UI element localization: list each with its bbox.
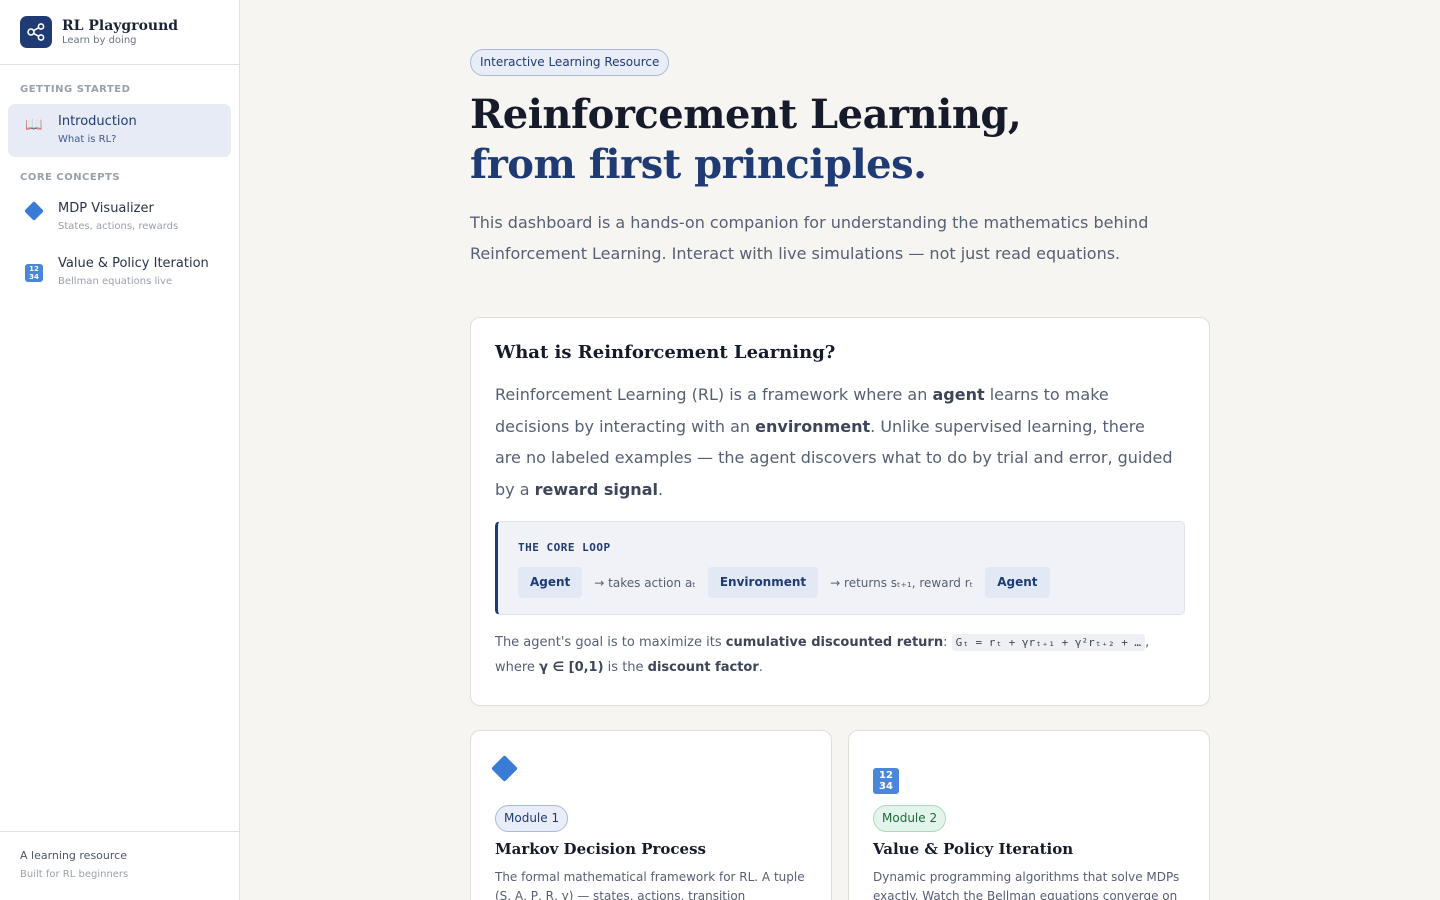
title-line-2: from first principles. [470,141,927,188]
text: Reinforcement Learning (RL) is a framewo… [495,385,933,404]
module-description: Dynamic programming algorithms that solv… [873,870,1180,900]
module-badge: Module 1 [495,805,569,832]
intro-card: What is Reinforcement Learning? Reinforc… [470,317,1210,706]
book-icon: 📖 [25,117,43,133]
page-title: Reinforcement Learning, from first princ… [470,90,1210,190]
sidebar-item-sub: Bellman equations live [58,276,173,287]
sidebar-item-introduction[interactable]: 📖 Introduction What is RL? [8,104,231,157]
hero-description: This dashboard is a hands-on companion f… [470,213,1149,263]
intro-title: What is Reinforcement Learning? [495,342,836,363]
nav-section-core-concepts: CORE CONCEPTS [20,172,121,183]
text: . [657,479,664,499]
chip-agent: Agent [518,567,583,598]
module-title: Markov Decision Process [495,840,706,858]
text: : [943,635,952,650]
term-agent: agent [932,385,985,404]
text: is the [603,660,648,675]
chip-environment: Environment [707,567,819,598]
text: . [758,660,763,675]
arrow-returns: → returns sₜ₊₁, reward rₜ [830,575,974,590]
intro-body: Reinforcement Learning (RL) is a framewo… [495,379,1175,505]
sidebar-item-label: MDP Visualizer [58,201,154,216]
sidebar-item-mdp-visualizer[interactable]: MDP Visualizer States, actions, rewards [8,192,231,242]
sidebar-footer: A learning resource Built for RL beginne… [0,831,239,900]
term-reward-signal: reward signal [534,479,658,499]
return-formula: Gₜ = rₜ + γrₜ₊₁ + γ²rₜ₊₂ + … [951,634,1146,651]
arrow-takes-action: → takes action aₜ [594,575,696,590]
title-line-1: Reinforcement Learning, [470,91,1022,138]
term-return: cumulative discounted return [725,635,944,650]
sidebar-item-label: Value & Policy Iteration [58,256,209,271]
text: The agent's goal is to maximize its [495,635,726,650]
term-environment: environment [755,416,871,436]
module-description: The formal mathematical framework for RL… [495,870,805,900]
module-card-mdp[interactable]: Module 1 Markov Decision Process The for… [470,730,832,900]
gamma-range: γ ∈ [0,1) [539,660,604,675]
sidebar-item-sub: States, actions, rewards [58,221,179,232]
module-card-value-policy[interactable]: 12 34 Module 2 Value & Policy Iteration … [848,730,1210,900]
sidebar-item-sub: What is RL? [58,134,117,145]
share-nodes-icon [20,16,52,48]
footer-line1: A learning resource [20,849,127,862]
core-loop-row: Agent → takes action aₜ Environment → re… [518,567,1050,598]
footer-line2: Built for RL beginners [20,869,129,880]
numbers-icon: 12 34 [873,759,899,794]
hero-badge: Interactive Learning Resource [470,49,670,76]
intro-footnote: The agent's goal is to maximize its cumu… [495,630,1185,680]
diamond-icon [22,201,46,222]
brand[interactable]: RL Playground Learn by doing [0,0,239,65]
core-loop-heading: THE CORE LOOP [518,541,611,554]
brand-title: RL Playground [62,17,179,34]
brand-subtitle: Learn by doing [62,34,137,46]
core-loop-box: THE CORE LOOP Agent → takes action aₜ En… [495,521,1185,615]
term-discount-factor: discount factor [647,660,759,675]
sidebar-item-value-policy-iteration[interactable]: 12 34 Value & Policy Iteration Bellman e… [8,247,231,297]
sidebar: RL Playground Learn by doing GETTING STA… [0,0,240,900]
numbers-icon: 12 34 [22,259,46,282]
module-badge: Module 2 [873,805,947,832]
chip-agent-2: Agent [985,567,1050,598]
sidebar-item-label: Introduction [58,114,137,129]
diamond-icon [491,755,518,784]
module-title: Value & Policy Iteration [873,840,1074,858]
nav-section-getting-started: GETTING STARTED [20,84,131,95]
